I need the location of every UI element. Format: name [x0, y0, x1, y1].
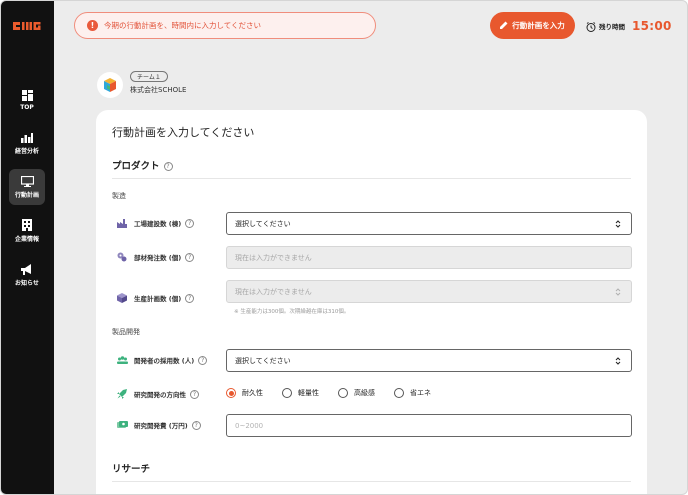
factories-label-text: 工場建設数 (棟) — [134, 220, 182, 228]
factories-select[interactable]: 選択してください — [226, 212, 632, 235]
developers-select-value: 選択してください — [235, 356, 291, 365]
people-icon — [116, 355, 128, 365]
enter-action-plan-button[interactable]: 行動計画を入力 — [490, 12, 575, 39]
cost-input-placeholder: 0~2000 — [235, 421, 264, 430]
sidebar-item-analysis[interactable]: 経営分析 — [9, 125, 45, 161]
factory-icon — [116, 218, 128, 228]
time-remaining: 残り時間 15:00 — [586, 17, 672, 35]
developers-select[interactable]: 選択してください — [226, 349, 632, 372]
cost-label-text: 研究開発費 (万円) — [134, 422, 188, 430]
parts-label-text: 部材発注数 (個) — [134, 254, 182, 262]
sidebar-item-label: 企業情報 — [14, 236, 39, 243]
parts-label: 部材発注数 (個)? — [116, 251, 195, 263]
pencil-icon — [500, 21, 508, 31]
section-title-product: プロダクト? — [112, 158, 173, 172]
direction-label: 研究開発の方向性? — [116, 388, 199, 400]
sidebar-item-company-info[interactable]: 企業情報 — [9, 213, 45, 249]
production-select-value: 現在は入力ができません — [235, 287, 312, 296]
radio-energy-saving[interactable]: 省エネ — [394, 388, 431, 398]
timer-value: 15:00 — [632, 19, 672, 33]
help-icon[interactable]: ? — [198, 355, 208, 365]
radio-luxury[interactable]: 高級感 — [338, 388, 375, 398]
team-badge: チーム１ — [130, 71, 168, 82]
updown-chevron-icon — [615, 355, 621, 367]
developers-label: 開発者の採用数 (人)? — [116, 354, 208, 366]
grid-icon — [20, 89, 34, 101]
divider — [112, 481, 631, 482]
megaphone-icon — [20, 263, 34, 275]
sidebar: TOP 経営分析 行動計画 企業情報 お知らせ — [1, 1, 54, 494]
section-title-research: リサーチ — [112, 464, 151, 475]
radio-label: 省エネ — [410, 389, 431, 397]
help-icon[interactable]: ? — [163, 162, 173, 171]
help-icon[interactable]: ? — [185, 293, 195, 303]
company-logo — [97, 72, 123, 98]
radio-button[interactable] — [338, 388, 348, 398]
action-plan-form: 行動計画を入力してください プロダクト? 製造 工場建設数 (棟)? 選択してく… — [96, 110, 647, 494]
sidebar-item-news[interactable]: お知らせ — [9, 257, 45, 293]
monitor-icon — [20, 175, 34, 187]
bar-chart-icon — [20, 131, 34, 143]
parts-input-placeholder: 現在は入力ができません — [235, 253, 312, 262]
production-select[interactable]: 現在は入力ができません — [226, 280, 632, 303]
radio-label: 軽量性 — [298, 389, 319, 397]
enter-action-plan-label: 行動計画を入力 — [512, 21, 565, 30]
production-label-text: 生産計画数 (個) — [134, 295, 182, 303]
alert-icon: ! — [87, 20, 98, 31]
direction-radio-group: 耐久性 軽量性 高級感 省エネ — [226, 387, 450, 399]
divider — [112, 178, 631, 179]
parts-input[interactable]: 現在は入力ができません — [226, 246, 632, 269]
section-title-text: プロダクト — [112, 161, 160, 172]
box-icon — [116, 293, 128, 303]
cost-input[interactable]: 0~2000 — [226, 414, 632, 437]
clock-icon — [586, 17, 596, 36]
sidebar-item-label: お知らせ — [15, 280, 39, 287]
alert-text: 今期の行動計画を、時間内に入力してください — [104, 21, 262, 30]
company-name: 株式会社SCHOLE — [130, 86, 187, 94]
money-icon — [116, 420, 128, 430]
radio-lightweight[interactable]: 軽量性 — [282, 388, 319, 398]
sidebar-item-top[interactable]: TOP — [9, 82, 45, 118]
help-icon[interactable]: ? — [185, 252, 195, 262]
sidebar-item-action-plan[interactable]: 行動計画 — [9, 169, 45, 205]
help-icon[interactable]: ? — [191, 420, 201, 430]
group-label-development: 製品開発 — [112, 328, 140, 336]
factories-select-value: 選択してください — [235, 219, 291, 228]
deadline-alert: ! 今期の行動計画を、時間内に入力してください — [74, 12, 376, 39]
sidebar-item-label: 行動計画 — [14, 192, 39, 199]
radio-label: 高級感 — [354, 389, 375, 397]
sidebar-item-label: TOP — [20, 104, 34, 111]
help-icon[interactable]: ? — [190, 389, 199, 399]
updown-chevron-icon — [615, 218, 621, 230]
building-icon — [20, 219, 34, 231]
radio-label: 耐久性 — [242, 389, 263, 397]
cost-label: 研究開発費 (万円)? — [116, 419, 201, 431]
gears-icon — [116, 252, 128, 262]
app-window: TOP 経営分析 行動計画 企業情報 お知らせ ! 今期の行動計画を、時間内に入… — [0, 0, 688, 495]
timer-label: 残り時間 — [599, 23, 625, 31]
updown-chevron-icon — [615, 286, 621, 298]
rocket-icon — [116, 389, 128, 399]
production-label: 生産計画数 (個)? — [116, 292, 195, 304]
group-label-manufacturing: 製造 — [112, 192, 126, 200]
radio-button[interactable] — [394, 388, 404, 398]
developers-label-text: 開発者の採用数 (人) — [134, 357, 195, 365]
sidebar-item-label: 経営分析 — [14, 148, 39, 155]
form-title: 行動計画を入力してください — [112, 126, 255, 139]
factories-label: 工場建設数 (棟)? — [116, 217, 195, 229]
radio-button[interactable] — [282, 388, 292, 398]
radio-button-selected[interactable] — [226, 388, 236, 398]
radio-durability[interactable]: 耐久性 — [226, 388, 263, 398]
capacity-note: ※ 生産能力は300個。次期繰越在庫は310個。 — [234, 309, 350, 315]
direction-label-text: 研究開発の方向性 — [134, 391, 186, 399]
app-logo[interactable] — [13, 21, 41, 33]
help-icon[interactable]: ? — [185, 218, 195, 228]
